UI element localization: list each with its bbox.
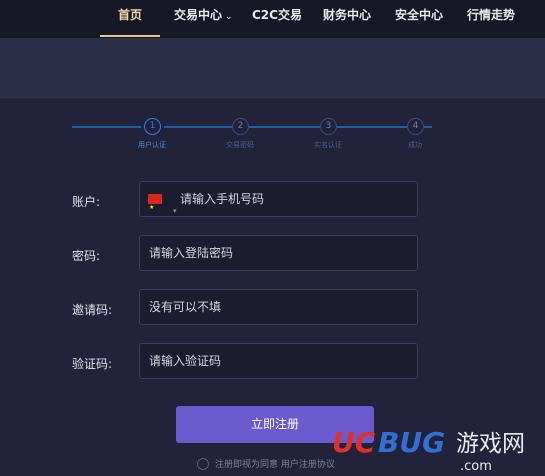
china-flag-icon[interactable]: ★ ▾ bbox=[148, 194, 177, 215]
step-1-label: 用户认证 bbox=[138, 141, 166, 149]
svg-text:游戏网: 游戏网 bbox=[456, 431, 525, 457]
agreement-text[interactable]: 注册即视为同意 用户注册协议 bbox=[215, 457, 335, 470]
nav-item-label: 行情走势 bbox=[467, 8, 516, 22]
invite-code-placeholder: 没有可以不填 bbox=[149, 300, 222, 314]
nav-item-home[interactable]: 首页 bbox=[118, 0, 142, 36]
nav-item-finance[interactable]: 财务中心 bbox=[323, 0, 371, 36]
agree-checkbox[interactable] bbox=[197, 458, 209, 470]
password-placeholder: 请输入登陆密码 bbox=[149, 246, 234, 260]
step-2-circle: 2 bbox=[232, 118, 249, 135]
registration-steps: 1 用户认证 2 交易密码 3 实名认证 4 成功 bbox=[0, 98, 545, 158]
account-placeholder: 请输入手机号码 bbox=[180, 192, 265, 206]
step-2-label: 交易密码 bbox=[226, 141, 254, 149]
password-input[interactable]: 请输入登陆密码 bbox=[139, 235, 418, 271]
step-progress-line bbox=[72, 126, 432, 128]
nav-item-label: 安全中心 bbox=[395, 8, 444, 22]
nav-item-label: 交易中心 bbox=[174, 8, 223, 22]
nav-item-label: 首页 bbox=[118, 8, 143, 22]
step-3-label: 实名认证 bbox=[314, 141, 342, 149]
svg-text:.com: .com bbox=[460, 459, 492, 474]
nav-item-trade-center[interactable]: 交易中心 ⌄ bbox=[174, 0, 233, 36]
nav-item-security[interactable]: 安全中心 bbox=[395, 0, 443, 36]
nav-item-label: C2C交易 bbox=[252, 8, 302, 22]
nav-active-underline bbox=[100, 35, 160, 37]
password-label: 密码: bbox=[72, 249, 101, 263]
top-nav: 首页 交易中心 ⌄ C2C交易 财务中心 安全中心 行情走势 bbox=[0, 0, 545, 38]
account-label: 账户: bbox=[72, 195, 101, 209]
nav-item-market[interactable]: 行情走势 bbox=[467, 0, 515, 36]
step-1-circle: 1 bbox=[144, 118, 161, 135]
register-button[interactable]: 立即注册 bbox=[176, 406, 374, 443]
svg-text:BUG: BUG bbox=[378, 426, 445, 459]
captcha-placeholder: 请输入验证码 bbox=[149, 354, 222, 368]
captcha-input[interactable]: 请输入验证码 bbox=[139, 343, 418, 379]
nav-item-label: 财务中心 bbox=[323, 8, 372, 22]
step-3-circle: 3 bbox=[320, 118, 337, 135]
flag-star-icon: ★ bbox=[149, 204, 155, 211]
step-4-circle: 4 bbox=[407, 118, 424, 135]
invite-code-label: 邀请码: bbox=[72, 303, 113, 317]
invite-code-input[interactable]: 没有可以不填 bbox=[139, 289, 418, 325]
nav-item-c2c[interactable]: C2C交易 bbox=[252, 0, 302, 36]
caret-down-icon: ▾ bbox=[173, 207, 177, 215]
chevron-down-icon: ⌄ bbox=[225, 12, 233, 22]
captcha-label: 验证码: bbox=[72, 357, 113, 371]
account-phone-input[interactable]: ★ ▾ 请输入手机号码 bbox=[139, 181, 418, 217]
step-4-label: 成功 bbox=[408, 141, 422, 149]
page-banner bbox=[0, 38, 545, 98]
